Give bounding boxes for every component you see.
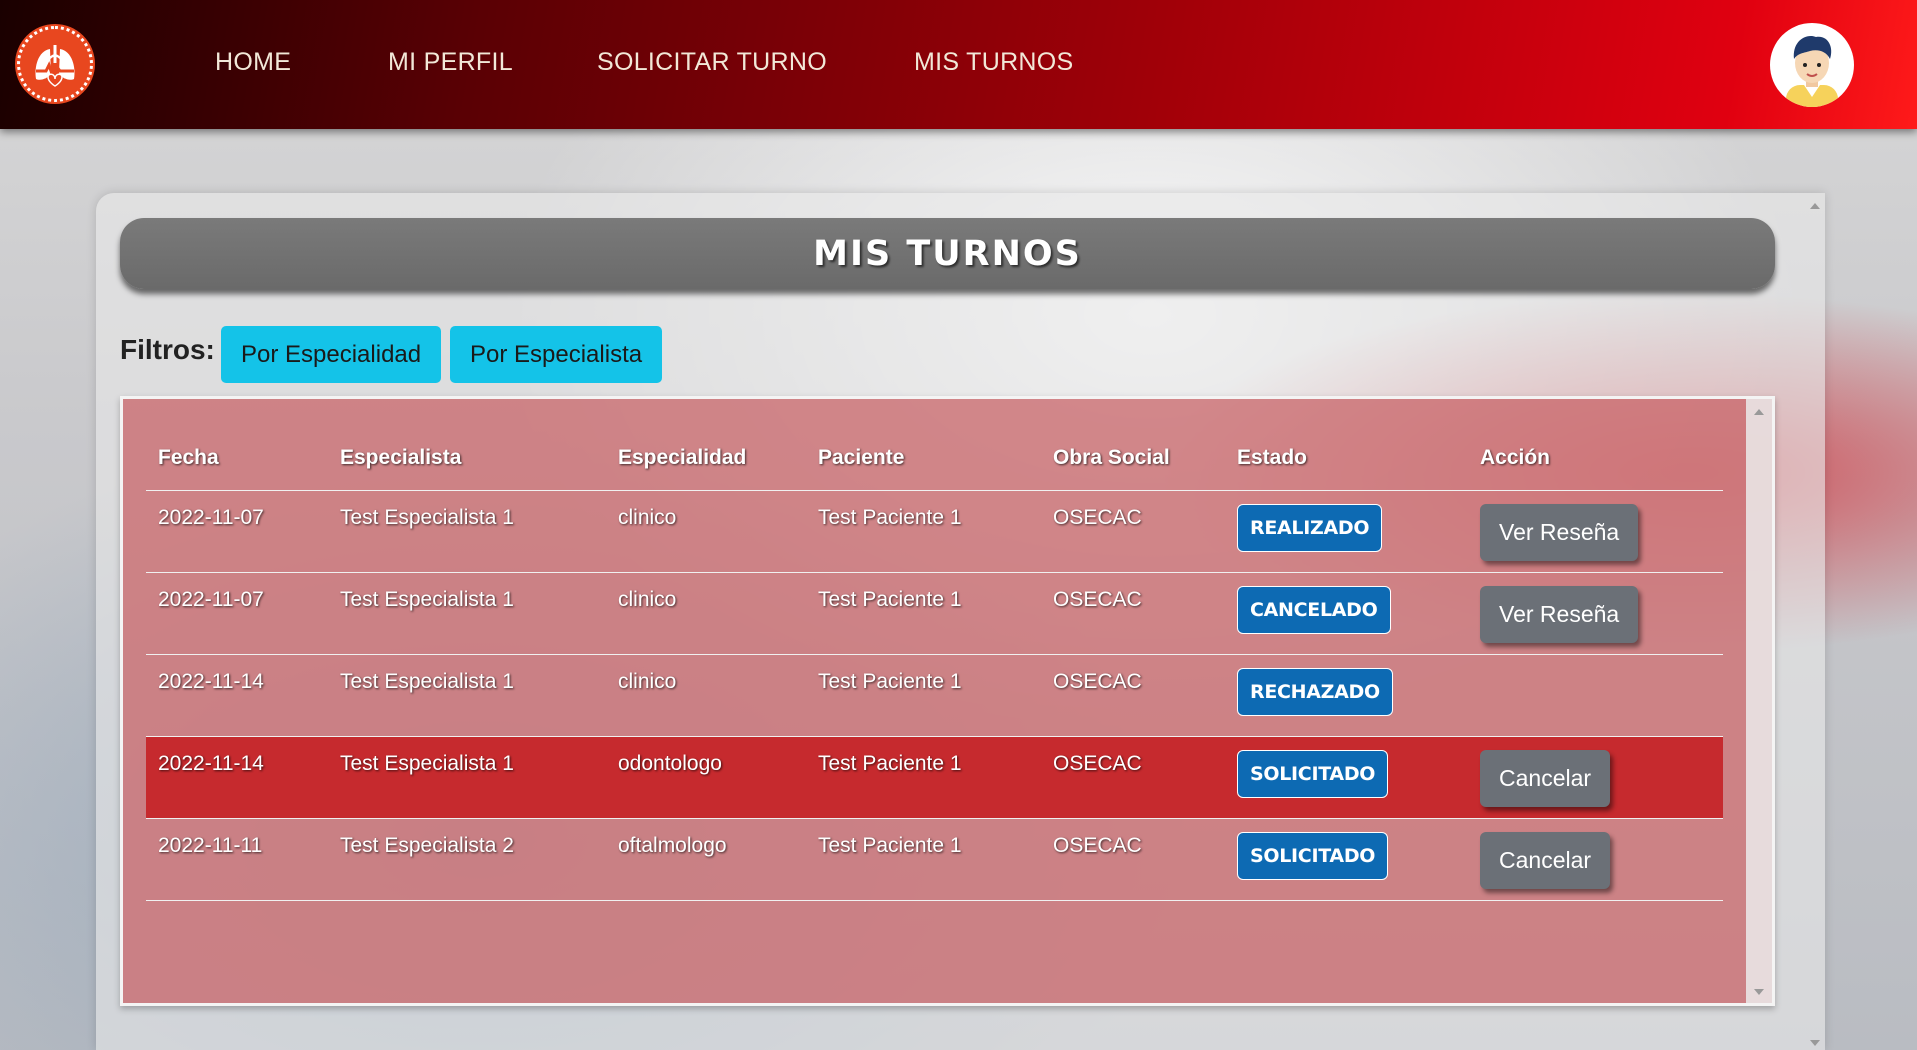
status-badge: SOLICITADO	[1237, 749, 1389, 798]
cell-paciente: Test Paciente 1	[806, 736, 1041, 819]
cell-especialidad: clinico	[606, 490, 806, 573]
header-paciente: Paciente	[806, 427, 1041, 491]
cell-especialista: Test Especialista 1	[328, 736, 606, 819]
cell-obra-social: OSECAC	[1041, 572, 1225, 655]
table-row[interactable]: 2022-11-14 Test Especialista 1 clinico T…	[146, 654, 1723, 737]
cell-fecha: 2022-11-07	[146, 572, 328, 655]
cell-estado: REALIZADO	[1225, 490, 1468, 573]
cell-accion: Ver Reseña	[1468, 572, 1723, 655]
table-row[interactable]: 2022-11-11 Test Especialista 2 oftalmolo…	[146, 818, 1723, 901]
cell-accion: Ver Reseña	[1468, 490, 1723, 573]
cell-paciente: Test Paciente 1	[806, 490, 1041, 573]
cancel-appointment-button[interactable]: Cancelar	[1480, 831, 1611, 889]
appointments-table: Fecha Especialista Especialidad Paciente…	[146, 427, 1723, 901]
lungs-heartbeat-logo-icon[interactable]	[17, 26, 93, 102]
status-badge: SOLICITADO	[1237, 831, 1389, 880]
status-badge: CANCELADO	[1237, 585, 1391, 634]
cell-paciente: Test Paciente 1	[806, 572, 1041, 655]
table-row[interactable]: 2022-11-07 Test Especialista 1 clinico T…	[146, 490, 1723, 573]
main-panel: MIS TURNOS Filtros: Por Especialidad Por…	[96, 193, 1825, 1050]
cell-fecha: 2022-11-14	[146, 654, 328, 737]
header-especialista: Especialista	[328, 427, 606, 491]
table-scrollbar[interactable]	[1746, 399, 1772, 1003]
appointments-table-container: Fecha Especialista Especialidad Paciente…	[120, 396, 1775, 1006]
ver-resena-button[interactable]: Ver Reseña	[1480, 585, 1639, 643]
status-badge: REALIZADO	[1237, 503, 1383, 552]
panel-scrollbar[interactable]	[1805, 193, 1825, 1050]
cell-estado: SOLICITADO	[1225, 736, 1468, 819]
table-row[interactable]: 2022-11-07 Test Especialista 1 clinico T…	[146, 572, 1723, 655]
cell-estado: CANCELADO	[1225, 572, 1468, 655]
header-obra-social: Obra Social	[1041, 427, 1225, 491]
cancel-appointment-button[interactable]: Cancelar	[1480, 749, 1611, 807]
header-estado: Estado	[1225, 427, 1468, 491]
cell-paciente: Test Paciente 1	[806, 654, 1041, 737]
cell-especialidad: clinico	[606, 654, 806, 737]
cell-obra-social: OSECAC	[1041, 736, 1225, 819]
filter-by-specialist-button[interactable]: Por Especialista	[450, 326, 663, 383]
cell-accion	[1468, 654, 1723, 737]
cell-fecha: 2022-11-14	[146, 736, 328, 819]
filters-label: Filtros:	[120, 334, 215, 365]
cell-estado: RECHAZADO	[1225, 654, 1468, 737]
cell-especialidad: clinico	[606, 572, 806, 655]
cell-obra-social: OSECAC	[1041, 490, 1225, 573]
cell-estado: SOLICITADO	[1225, 818, 1468, 901]
table-row[interactable]: 2022-11-14 Test Especialista 1 odontolog…	[146, 736, 1723, 819]
nav-link-mi-perfil[interactable]: MI PERFIL	[388, 48, 513, 77]
cell-accion: Cancelar	[1468, 818, 1723, 901]
cell-obra-social: OSECAC	[1041, 654, 1225, 737]
scroll-up-arrow-icon[interactable]	[1754, 409, 1764, 415]
cell-especialidad: oftalmologo	[606, 818, 806, 901]
scroll-up-arrow-icon[interactable]	[1810, 203, 1820, 209]
cell-especialista: Test Especialista 2	[328, 818, 606, 901]
page-title-bar: MIS TURNOS	[120, 218, 1775, 289]
scroll-down-arrow-icon[interactable]	[1754, 989, 1764, 995]
status-badge: RECHAZADO	[1237, 667, 1393, 716]
cell-paciente: Test Paciente 1	[806, 818, 1041, 901]
cell-obra-social: OSECAC	[1041, 818, 1225, 901]
page-title: MIS TURNOS	[813, 233, 1082, 274]
cell-fecha: 2022-11-11	[146, 818, 328, 901]
header-accion: Acción	[1468, 427, 1723, 491]
header-especialidad: Especialidad	[606, 427, 806, 491]
cell-especialista: Test Especialista 1	[328, 572, 606, 655]
cell-especialista: Test Especialista 1	[328, 490, 606, 573]
table-header-row: Fecha Especialista Especialidad Paciente…	[146, 427, 1723, 491]
cell-accion: Cancelar	[1468, 736, 1723, 819]
cell-especialidad: odontologo	[606, 736, 806, 819]
nav-link-mis-turnos[interactable]: MIS TURNOS	[914, 48, 1074, 77]
filter-by-specialty-button[interactable]: Por Especialidad	[221, 326, 442, 383]
header-fecha: Fecha	[146, 427, 328, 491]
ver-resena-button[interactable]: Ver Reseña	[1480, 503, 1639, 561]
cell-especialista: Test Especialista 1	[328, 654, 606, 737]
nav-link-solicitar-turno[interactable]: SOLICITAR TURNO	[597, 48, 827, 77]
nav-link-home[interactable]: HOME	[215, 48, 291, 77]
cell-fecha: 2022-11-07	[146, 490, 328, 573]
navbar: HOME MI PERFIL SOLICITAR TURNO MIS TURNO…	[0, 0, 1917, 129]
user-avatar-icon[interactable]	[1770, 23, 1854, 107]
scroll-down-arrow-icon[interactable]	[1810, 1040, 1820, 1046]
